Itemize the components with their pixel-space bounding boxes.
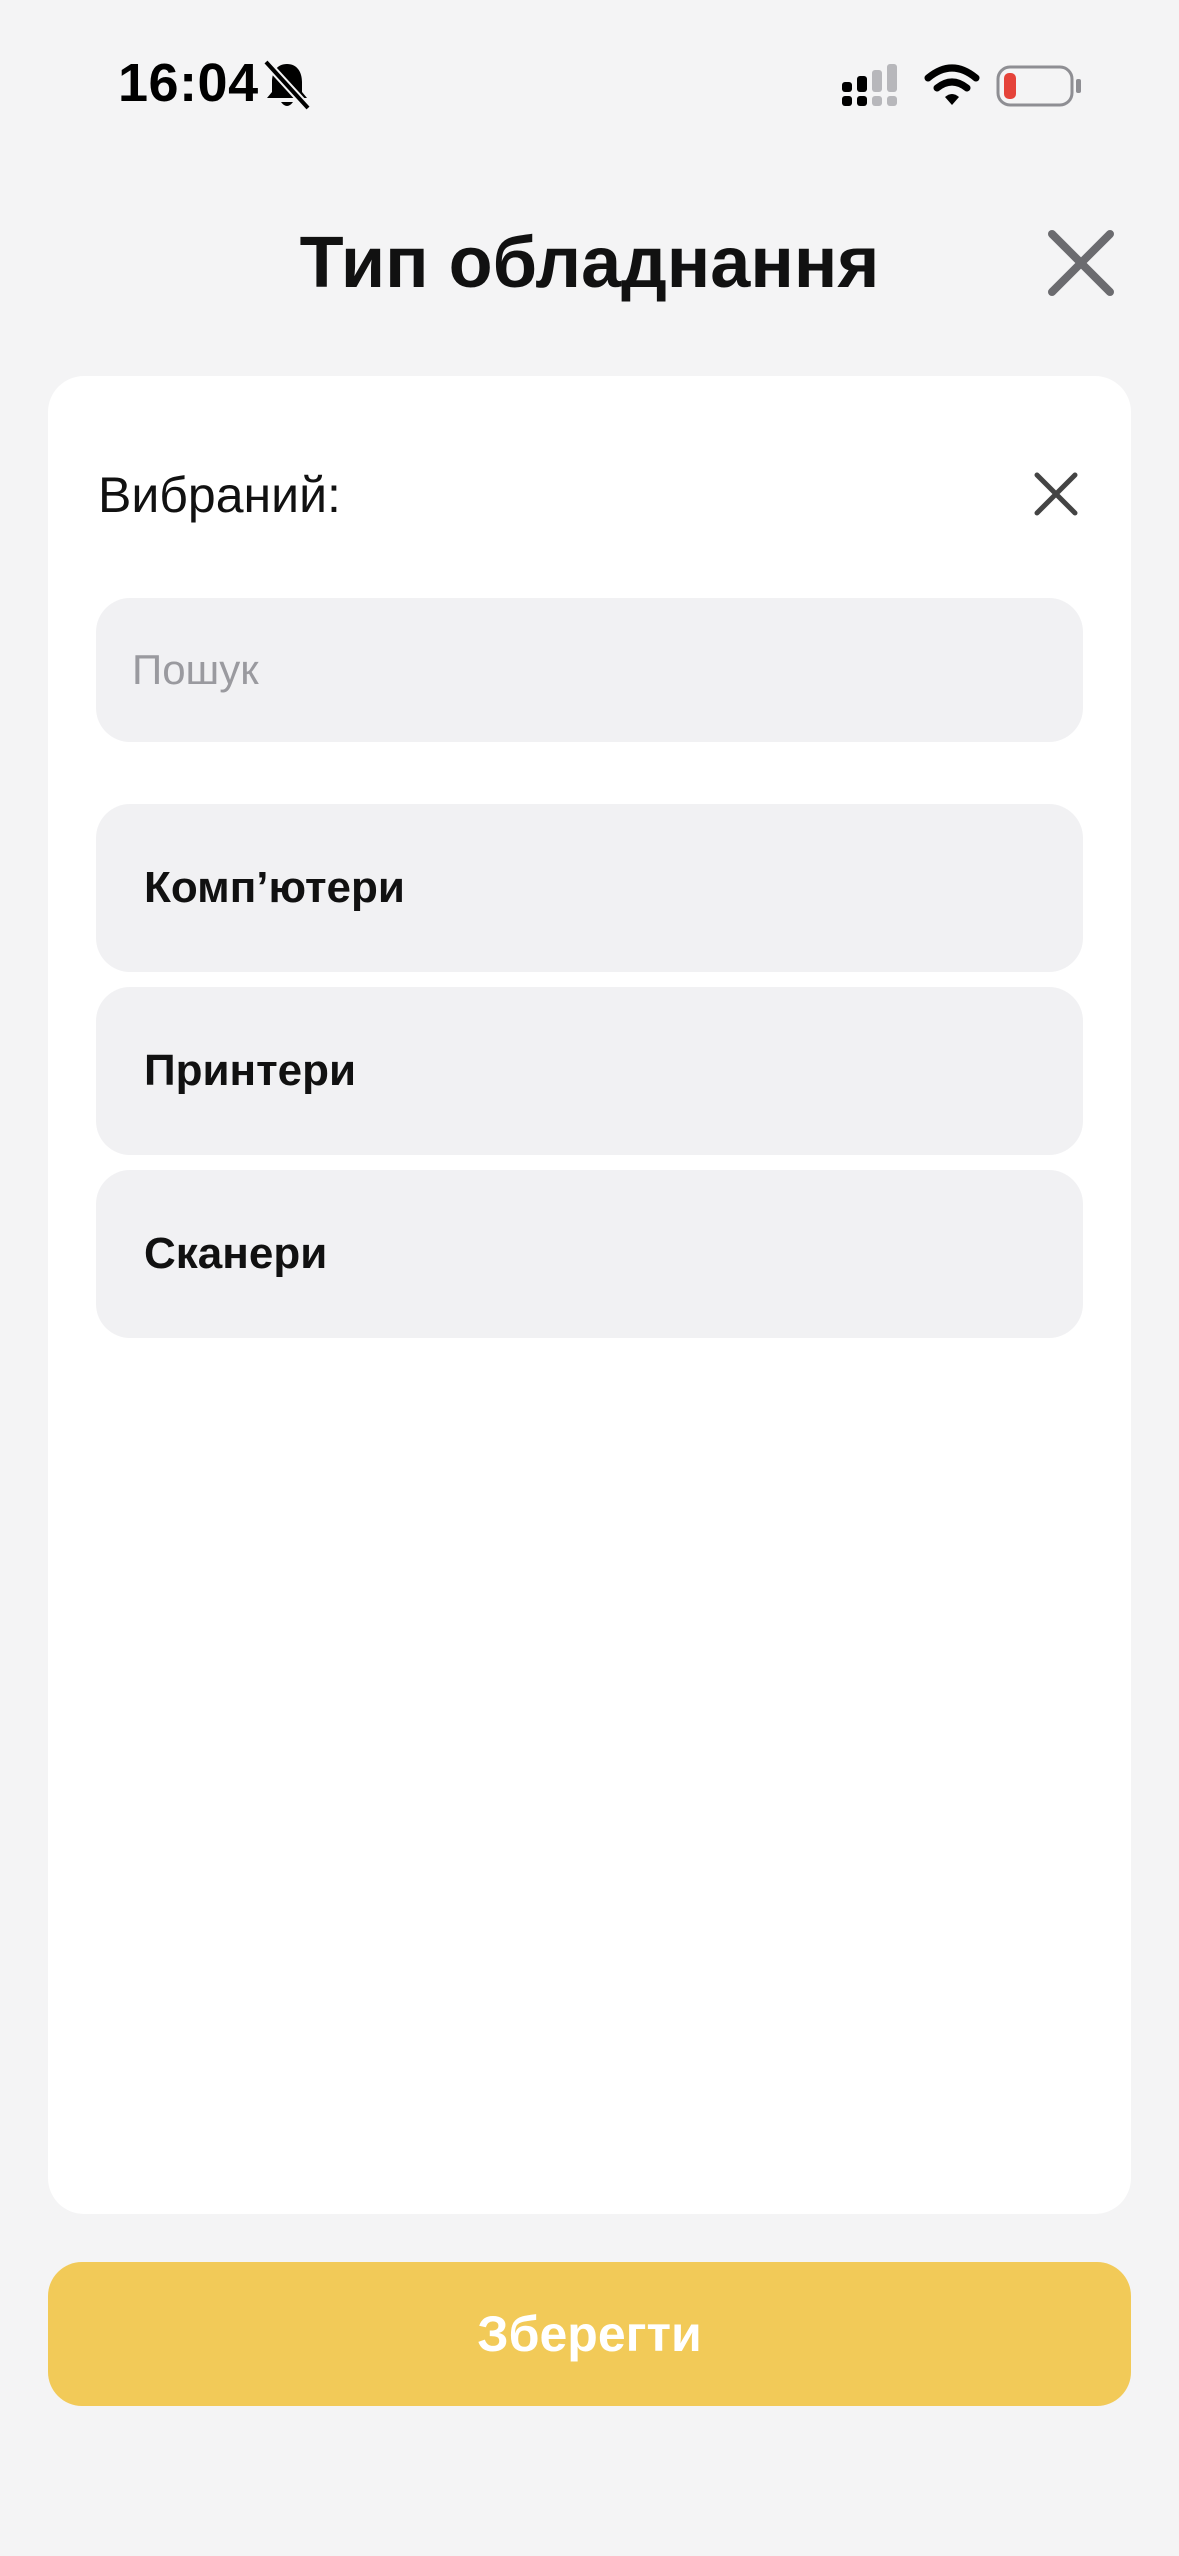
wifi-icon xyxy=(924,64,980,105)
list-item-scanners[interactable]: Сканери xyxy=(96,1170,1083,1338)
list-item-label: Сканери xyxy=(144,1229,328,1278)
close-icon[interactable] xyxy=(1044,226,1118,300)
page-title: Тип обладнання xyxy=(299,223,880,303)
list-item-printers[interactable]: Принтери xyxy=(96,987,1083,1155)
signal-icon xyxy=(842,64,897,106)
status-bar: 16:04 xyxy=(0,0,1179,175)
clear-selection-close-icon[interactable] xyxy=(1032,470,1080,518)
status-time: 16:04 xyxy=(118,53,259,113)
selection-card: Вибраний: Комп’ютери Принтери Сканери xyxy=(48,376,1131,2214)
list-item-label: Принтери xyxy=(144,1046,357,1095)
list-item-label: Комп’ютери xyxy=(144,863,405,912)
search-input[interactable] xyxy=(96,598,1083,742)
selected-label: Вибраний: xyxy=(98,467,341,523)
save-button[interactable]: Зберегти xyxy=(48,2262,1131,2406)
equipment-type-list: Комп’ютери Принтери Сканери xyxy=(96,804,1083,1353)
battery-low-icon xyxy=(996,65,1081,107)
list-item-computers[interactable]: Комп’ютери xyxy=(96,804,1083,972)
bell-slash-icon xyxy=(263,59,311,111)
